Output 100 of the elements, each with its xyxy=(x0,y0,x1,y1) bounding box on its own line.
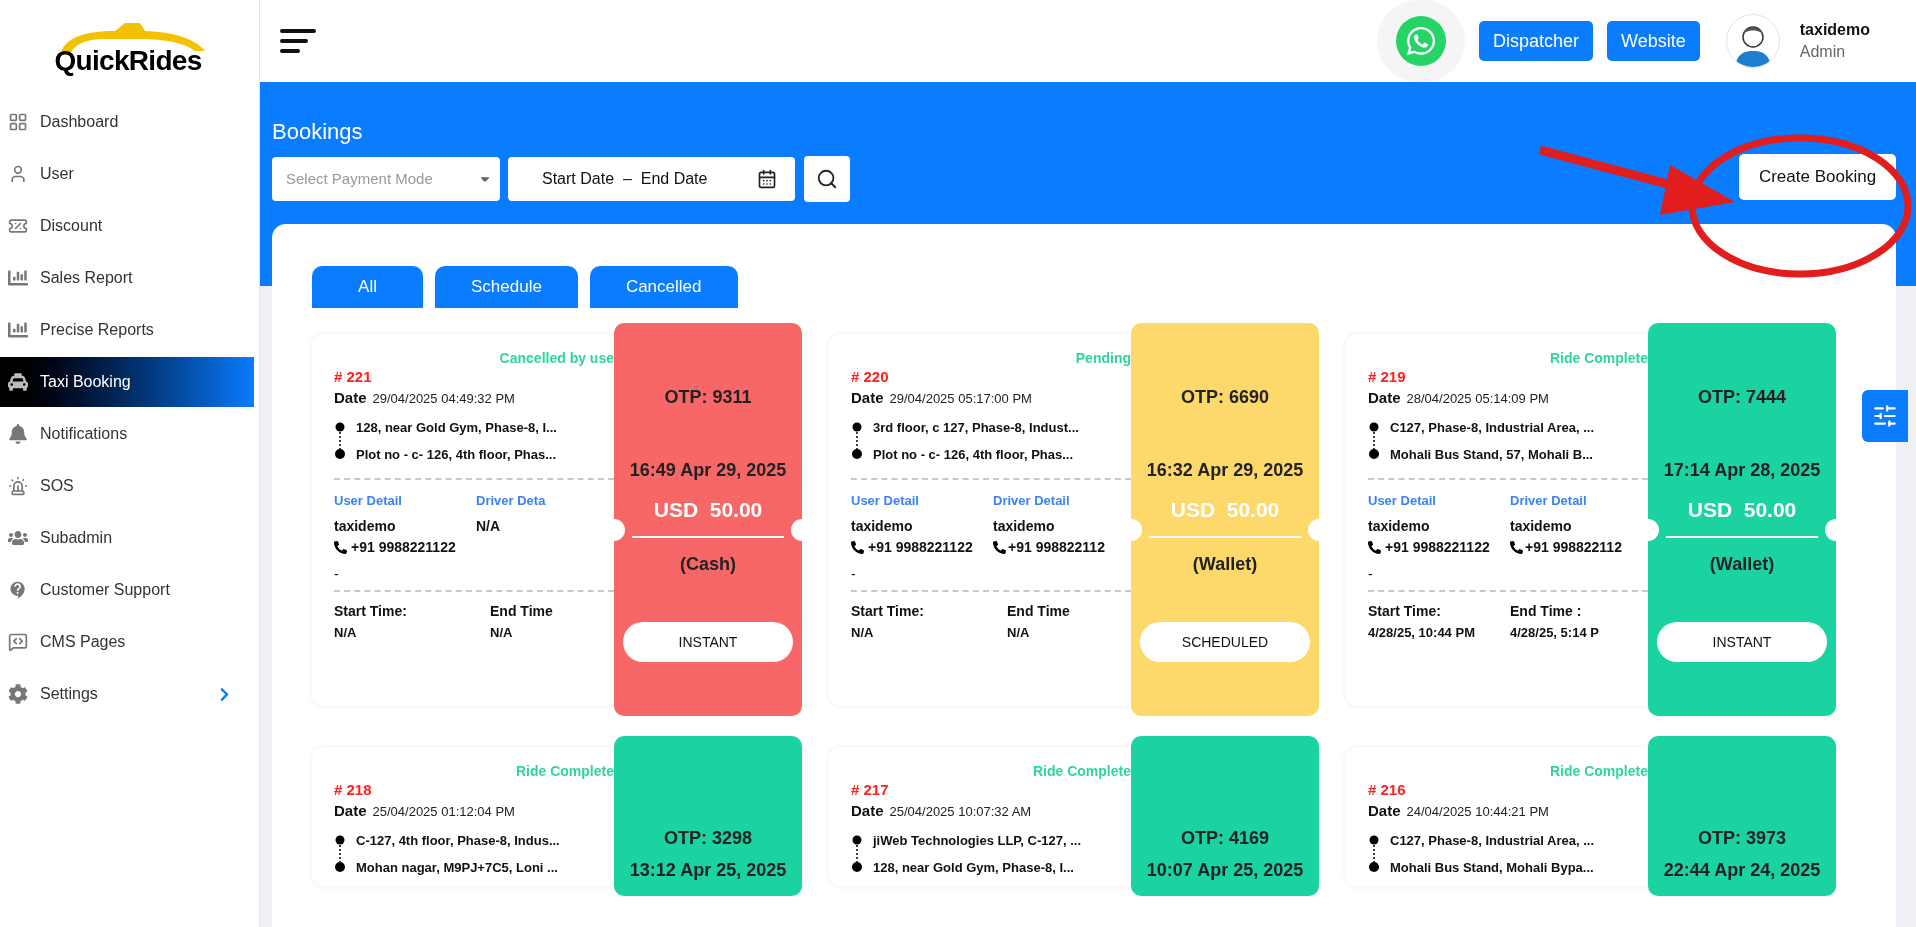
sidebar-item[interactable]: Precise Reports xyxy=(0,304,254,356)
booking-card[interactable]: Ride Complete # 217 Date 25/04/2025 10:07:32 AM jiWeb Technologies LLP, C-127, ... 128, near Gold Gym, Phase-8, I... xyxy=(829,747,1131,886)
route-dots-icon xyxy=(1368,835,1380,873)
driver-name: N/A xyxy=(476,517,502,536)
sidebar-item[interactable]: Taxi Booking xyxy=(0,357,254,407)
ride-time: 17:14 Apr 28, 2025 xyxy=(1663,459,1821,482)
sidebar-item[interactable]: Customer Support xyxy=(0,564,254,616)
phone-icon xyxy=(993,540,1006,554)
sidebar-item[interactable]: Sales Report xyxy=(0,252,254,304)
fare-amount: USD 50.00 xyxy=(1687,497,1797,523)
whatsapp-icon xyxy=(1405,25,1437,57)
filter-tab[interactable]: Schedule xyxy=(435,266,578,308)
date-label: Date xyxy=(1368,801,1401,821)
header-button[interactable]: Website xyxy=(1607,21,1700,61)
ride-time: 10:07 Apr 25, 2025 xyxy=(1146,859,1304,882)
booking-id: # 220 xyxy=(851,367,890,387)
settings-sliders-button[interactable] xyxy=(1862,390,1908,442)
pickup-address: C127, Phase-8, Industrial Area, ... xyxy=(1390,419,1594,437)
car-icon xyxy=(8,372,28,392)
payment-method: (Cash) xyxy=(680,553,736,576)
booking-status: Ride Complete xyxy=(516,762,614,780)
sidebar-item[interactable]: Notifications xyxy=(0,408,254,460)
pickup-address: 128, near Gold Gym, Phase-8, I... xyxy=(356,419,557,437)
user-name: taxidemo xyxy=(851,517,914,536)
code-chat-icon xyxy=(8,632,28,652)
calendar-icon xyxy=(757,169,777,189)
route-dots-icon xyxy=(851,422,863,460)
ride-time: 16:32 Apr 29, 2025 xyxy=(1146,459,1304,482)
filter-tab[interactable]: Cancelled xyxy=(589,266,738,308)
users-icon xyxy=(8,528,28,548)
sidebar-item[interactable]: SOS xyxy=(0,460,254,512)
chat-question-icon xyxy=(8,580,28,600)
end-time: N/A xyxy=(1007,624,1031,642)
booking-card[interactable] xyxy=(829,334,1131,706)
otp-text: OTP: 4169 xyxy=(1180,827,1269,850)
booking-note: - xyxy=(851,565,856,584)
ride-time: 13:12 Apr 25, 2025 xyxy=(629,859,787,882)
booking-card[interactable]: Ride Complete # 218 Date 25/04/2025 01:12:04 PM C-127, 4th floor, Phase-8, Indus... Mohan nagar, M9PJ+7C5, Loni ... xyxy=(312,747,614,886)
bell-icon xyxy=(8,424,28,444)
booking-card[interactable] xyxy=(1346,334,1648,706)
start-time-label: Start Time: xyxy=(1368,602,1442,621)
booking-id: # 219 xyxy=(1368,367,1407,387)
sidebar-item[interactable]: CMS Pages xyxy=(0,616,254,668)
bar-chart-icon xyxy=(8,320,28,340)
user-phone: +91 9988221122 xyxy=(868,538,973,557)
sidebar-item[interactable]: Discount xyxy=(0,200,254,252)
phone-icon xyxy=(1368,540,1381,554)
start-time: N/A xyxy=(851,624,875,642)
search-button[interactable] xyxy=(804,156,850,202)
booking-status: Cancelled by use xyxy=(499,349,614,367)
booking-status: Ride Complete xyxy=(1550,762,1648,780)
date-label: Date xyxy=(851,388,884,408)
pickup-address: jiWeb Technologies LLP, C-127, ... xyxy=(873,832,1082,850)
ride-time: 22:44 Apr 24, 2025 xyxy=(1663,859,1821,882)
route-dots-icon xyxy=(334,422,346,460)
start-time-label: Start Time: xyxy=(851,602,925,621)
pickup-address: C127, Phase-8, Industrial Area, ... xyxy=(1390,832,1594,850)
page-title: Bookings xyxy=(272,118,363,146)
end-time-label: End Time : xyxy=(1510,602,1583,621)
booking-card[interactable] xyxy=(312,334,614,706)
sidebar-item[interactable]: User xyxy=(0,148,254,200)
user-phone: +91 9988221122 xyxy=(1385,538,1490,557)
phone-icon xyxy=(851,540,864,554)
filter-tab[interactable]: All xyxy=(312,266,423,308)
phone-icon xyxy=(334,540,347,554)
driver-name: taxidemo xyxy=(1510,517,1573,536)
create-booking-button[interactable]: Create Booking xyxy=(1739,154,1896,200)
date-range-field[interactable]: Start Date – End Date xyxy=(508,157,795,201)
siren-icon xyxy=(8,476,28,496)
ride-type-pill: SCHEDULED xyxy=(1140,622,1310,662)
booking-id: # 217 xyxy=(851,780,890,800)
avatar[interactable] xyxy=(1725,14,1780,68)
ride-type-pill: INSTANT xyxy=(1657,622,1827,662)
sidebar-item[interactable]: Subadmin xyxy=(0,512,254,564)
sliders-icon xyxy=(1872,403,1898,429)
otp-text: OTP: 6690 xyxy=(1180,386,1269,409)
menu-icon[interactable] xyxy=(278,27,318,55)
sidebar-item[interactable]: Dashboard xyxy=(0,96,254,148)
user-role: Admin xyxy=(1799,42,1847,62)
driver-phone: +91 998822112 xyxy=(1008,538,1105,557)
driver-phone: +91 998822112 xyxy=(1525,538,1622,557)
booking-status: Pending xyxy=(1075,349,1131,367)
bar-chart-icon xyxy=(8,268,28,288)
route-dots-icon xyxy=(1368,422,1380,460)
header-button[interactable]: Dispatcher xyxy=(1479,21,1594,61)
booking-card[interactable]: Ride Complete # 216 Date 24/04/2025 10:44:21 PM C127, Phase-8, Industrial Area, ... Mohali Bus Stand, Mohali Bypa... xyxy=(1346,747,1648,886)
user-detail-label: User Detail xyxy=(851,492,920,510)
sidebar-item[interactable]: Settings xyxy=(0,668,254,720)
end-time-label: End Time xyxy=(1007,602,1070,621)
otp-text: OTP: 3973 xyxy=(1697,827,1786,850)
ride-type-pill: INSTANT xyxy=(623,622,793,662)
driver-detail-label: Driver Detail xyxy=(1510,492,1588,510)
end-time: N/A xyxy=(490,624,514,642)
driver-detail-label: Driver Deta xyxy=(476,492,546,510)
ride-time: 16:49 Apr 29, 2025 xyxy=(629,459,787,482)
booking-note: - xyxy=(1368,565,1373,584)
user-name: taxidemo xyxy=(1368,517,1431,536)
booking-date: 29/04/2025 04:49:32 PM xyxy=(372,390,515,408)
otp-text: OTP: 7444 xyxy=(1697,386,1786,409)
payment-method: (Wallet) xyxy=(1192,553,1258,576)
